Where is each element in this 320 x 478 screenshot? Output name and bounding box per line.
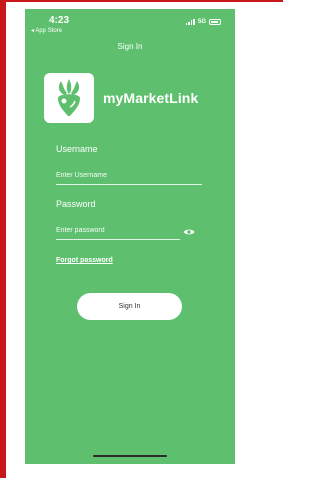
page-title: Sign In xyxy=(117,42,143,51)
app-logo xyxy=(44,73,94,123)
username-input[interactable] xyxy=(56,172,202,185)
password-input[interactable] xyxy=(56,227,180,240)
left-red-border xyxy=(0,0,6,478)
status-time: 4:23 xyxy=(49,15,70,26)
eye-icon[interactable] xyxy=(183,228,195,236)
phone-screen: 4:23 ◂ App Store 5G Sign In myMarketLink… xyxy=(25,9,235,464)
battery-icon xyxy=(209,19,221,25)
radish-logo-icon xyxy=(58,79,80,116)
username-label: Username xyxy=(56,144,98,154)
status-indicators: 5G xyxy=(185,19,221,25)
forgot-password-link[interactable]: Forgot password xyxy=(56,257,113,264)
network-label: 5G xyxy=(197,19,206,25)
top-red-border xyxy=(6,0,283,2)
password-label: Password xyxy=(56,199,96,209)
home-indicator xyxy=(93,455,167,457)
app-name: myMarketLink xyxy=(103,90,199,106)
sign-in-button[interactable]: Sign In xyxy=(77,293,182,320)
signal-icon xyxy=(185,19,195,25)
back-to-app-store-link[interactable]: ◂ App Store xyxy=(31,27,62,34)
